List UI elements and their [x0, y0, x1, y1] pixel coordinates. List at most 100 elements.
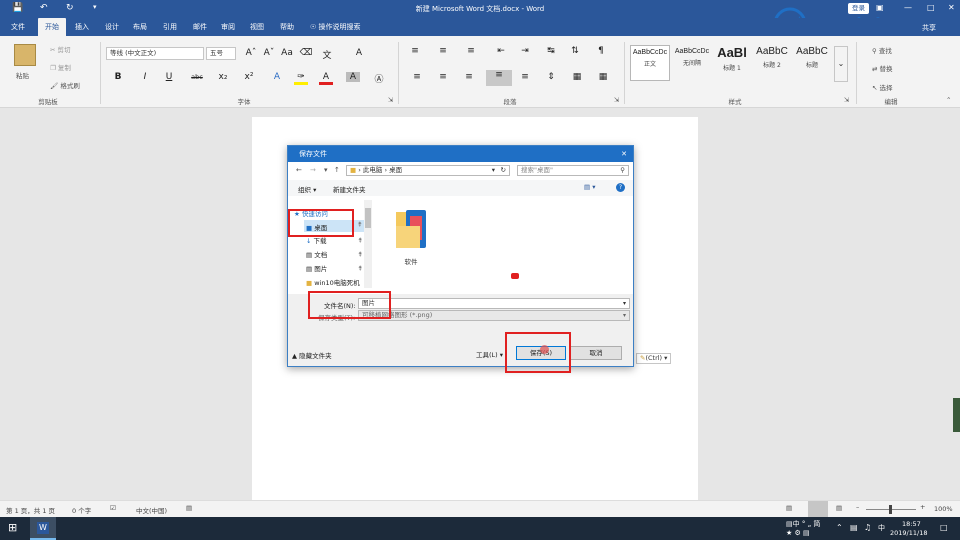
network-icon[interactable]: ▤: [850, 523, 858, 532]
line-spacing-icon[interactable]: ⇕: [544, 72, 558, 82]
pinyin-icon[interactable]: 文: [320, 48, 334, 61]
char-shading-icon[interactable]: A: [346, 72, 360, 82]
word-taskbar-button[interactable]: W: [30, 517, 56, 540]
tab-file[interactable]: 文件: [6, 18, 30, 36]
nav-scrollbar[interactable]: [364, 200, 372, 288]
chinese-layout-icon[interactable]: ↹: [544, 46, 558, 56]
clock-date[interactable]: 2019/11/18: [890, 529, 927, 537]
macro-icon[interactable]: ▤: [186, 504, 192, 512]
align-left-icon[interactable]: ≡: [410, 72, 424, 82]
style-title[interactable]: AaBbC 标题: [792, 45, 832, 81]
underline-button[interactable]: U: [162, 72, 176, 82]
font-dialog-launcher-icon[interactable]: ⇲: [388, 96, 393, 104]
read-mode-icon[interactable]: ▤: [786, 504, 792, 512]
paste-label[interactable]: 粘贴: [16, 70, 29, 80]
increase-indent-icon[interactable]: ⇥: [518, 46, 532, 56]
filetype-select[interactable]: 可移植网络图形 (*.png) ▾: [358, 310, 630, 321]
paste-options-button[interactable]: ✎(Ctrl) ▾: [636, 353, 672, 364]
clock-time[interactable]: 18:57: [902, 520, 921, 528]
tab-insert[interactable]: 插入: [70, 18, 94, 36]
word-count[interactable]: 0 个字: [72, 505, 91, 515]
ime-tray-label[interactable]: 中: [878, 523, 885, 533]
tab-home[interactable]: 开始: [38, 18, 66, 36]
ime-toolbar-icons[interactable]: ★ ⚙ ▤: [786, 529, 810, 537]
zoom-level[interactable]: 100%: [934, 505, 953, 513]
nav-recent-icon[interactable]: ▾: [324, 166, 328, 174]
organize-button[interactable]: 组织 ▾: [298, 184, 316, 194]
paste-icon[interactable]: [14, 44, 36, 66]
tab-references[interactable]: 引用: [158, 18, 182, 36]
borders-icon[interactable]: ▦: [596, 72, 610, 82]
tab-design[interactable]: 设计: [100, 18, 124, 36]
tab-help[interactable]: 帮助: [275, 18, 299, 36]
address-dropdown-icon[interactable]: ▾: [492, 166, 495, 175]
tools-button[interactable]: 工具(L) ▾: [476, 349, 503, 359]
format-painter-button[interactable]: 🖌 格式刷: [50, 80, 80, 90]
notification-icon[interactable]: □: [940, 523, 948, 532]
multilevel-list-icon[interactable]: ≡: [464, 46, 478, 56]
tell-me-search[interactable]: ☉ 操作说明搜索: [310, 18, 370, 36]
new-folder-button[interactable]: 新建文件夹: [333, 184, 366, 194]
shrink-font-icon[interactable]: Aˇ: [262, 48, 276, 58]
superscript-button[interactable]: x²: [242, 72, 256, 82]
documents-item[interactable]: ▤ 文档: [306, 249, 327, 259]
style-heading-1[interactable]: AaBl 标题 1: [712, 45, 752, 81]
char-border-icon[interactable]: A: [352, 48, 366, 58]
strikethrough-button[interactable]: abc: [190, 73, 204, 81]
nav-back-icon[interactable]: ←: [296, 166, 302, 174]
bullets-icon[interactable]: ≡: [408, 46, 422, 56]
print-layout-icon[interactable]: [808, 501, 828, 517]
italic-button[interactable]: I: [138, 72, 152, 82]
help-icon[interactable]: ?: [616, 183, 625, 192]
numbering-icon[interactable]: ≡: [436, 46, 450, 56]
pictures-item[interactable]: ▤ 图片: [306, 263, 327, 273]
tab-layout[interactable]: 布局: [128, 18, 152, 36]
styles-dialog-launcher-icon[interactable]: ⇲: [844, 96, 849, 104]
filename-dropdown-icon[interactable]: ▾: [623, 299, 626, 308]
file-item-software[interactable]: 软件: [392, 206, 432, 266]
zoom-in-icon[interactable]: +: [920, 503, 925, 511]
proofing-icon[interactable]: ☑: [110, 504, 116, 512]
distributed-icon[interactable]: ≡: [518, 72, 532, 82]
page-count[interactable]: 第 1 页，共 1 页: [6, 505, 55, 515]
filetype-dropdown-icon[interactable]: ▾: [623, 311, 626, 320]
language[interactable]: 中文(中国): [136, 505, 167, 515]
side-widget[interactable]: [953, 398, 960, 432]
align-right-icon[interactable]: ≡: [462, 72, 476, 82]
collapse-ribbon-icon[interactable]: ⌃: [946, 96, 951, 104]
web-layout-icon[interactable]: ▤: [836, 504, 842, 512]
ime-indicator[interactable]: ▤中 ° „ 简: [786, 519, 820, 529]
view-options-icon[interactable]: ▤ ▾: [584, 183, 595, 191]
replace-button[interactable]: ⇄ 替换: [872, 63, 893, 73]
cancel-button[interactable]: 取消: [570, 346, 622, 360]
select-button[interactable]: ↖ 选择: [872, 82, 893, 92]
breadcrumb-desktop[interactable]: 桌面: [389, 166, 402, 174]
decrease-indent-icon[interactable]: ⇤: [494, 46, 508, 56]
nav-forward-icon[interactable]: →: [310, 166, 316, 174]
grow-font-icon[interactable]: Aˆ: [244, 48, 258, 58]
address-bar[interactable]: ■ › 此电脑 › 桌面 ▾ ↻: [346, 165, 510, 176]
shading-icon[interactable]: ▦: [570, 72, 584, 82]
font-size-select[interactable]: 五号: [206, 47, 236, 60]
zoom-thumb[interactable]: [889, 505, 892, 514]
nav-scroll-thumb[interactable]: [365, 208, 371, 228]
search-input[interactable]: 搜索"桌面" ⚲: [517, 165, 629, 176]
zoom-out-icon[interactable]: –: [856, 503, 859, 511]
styles-more-icon[interactable]: ⌄: [834, 46, 848, 82]
subscript-button[interactable]: x₂: [216, 72, 230, 82]
share-button[interactable]: 共享: [922, 23, 936, 33]
show-marks-icon[interactable]: ¶: [594, 46, 608, 56]
copy-button[interactable]: ❐ 复制: [50, 62, 71, 72]
tab-view[interactable]: 视图: [245, 18, 269, 36]
style-heading-2[interactable]: AaBbC 标题 2: [752, 45, 792, 81]
refresh-icon[interactable]: ↻: [501, 166, 506, 175]
change-case-icon[interactable]: Aa: [280, 48, 294, 58]
align-center-icon[interactable]: ≡: [436, 72, 450, 82]
enclose-char-icon[interactable]: Ⓐ: [372, 72, 386, 85]
start-icon[interactable]: ⊞: [8, 521, 17, 534]
justify-icon[interactable]: ≡: [486, 70, 512, 86]
filename-input[interactable]: 图片 ▾: [358, 298, 630, 309]
hide-folders-button[interactable]: ▲ 隐藏文件夹: [292, 350, 332, 360]
cut-button[interactable]: ✂ 剪切: [50, 44, 71, 54]
clear-format-icon[interactable]: ⌫: [299, 48, 313, 58]
